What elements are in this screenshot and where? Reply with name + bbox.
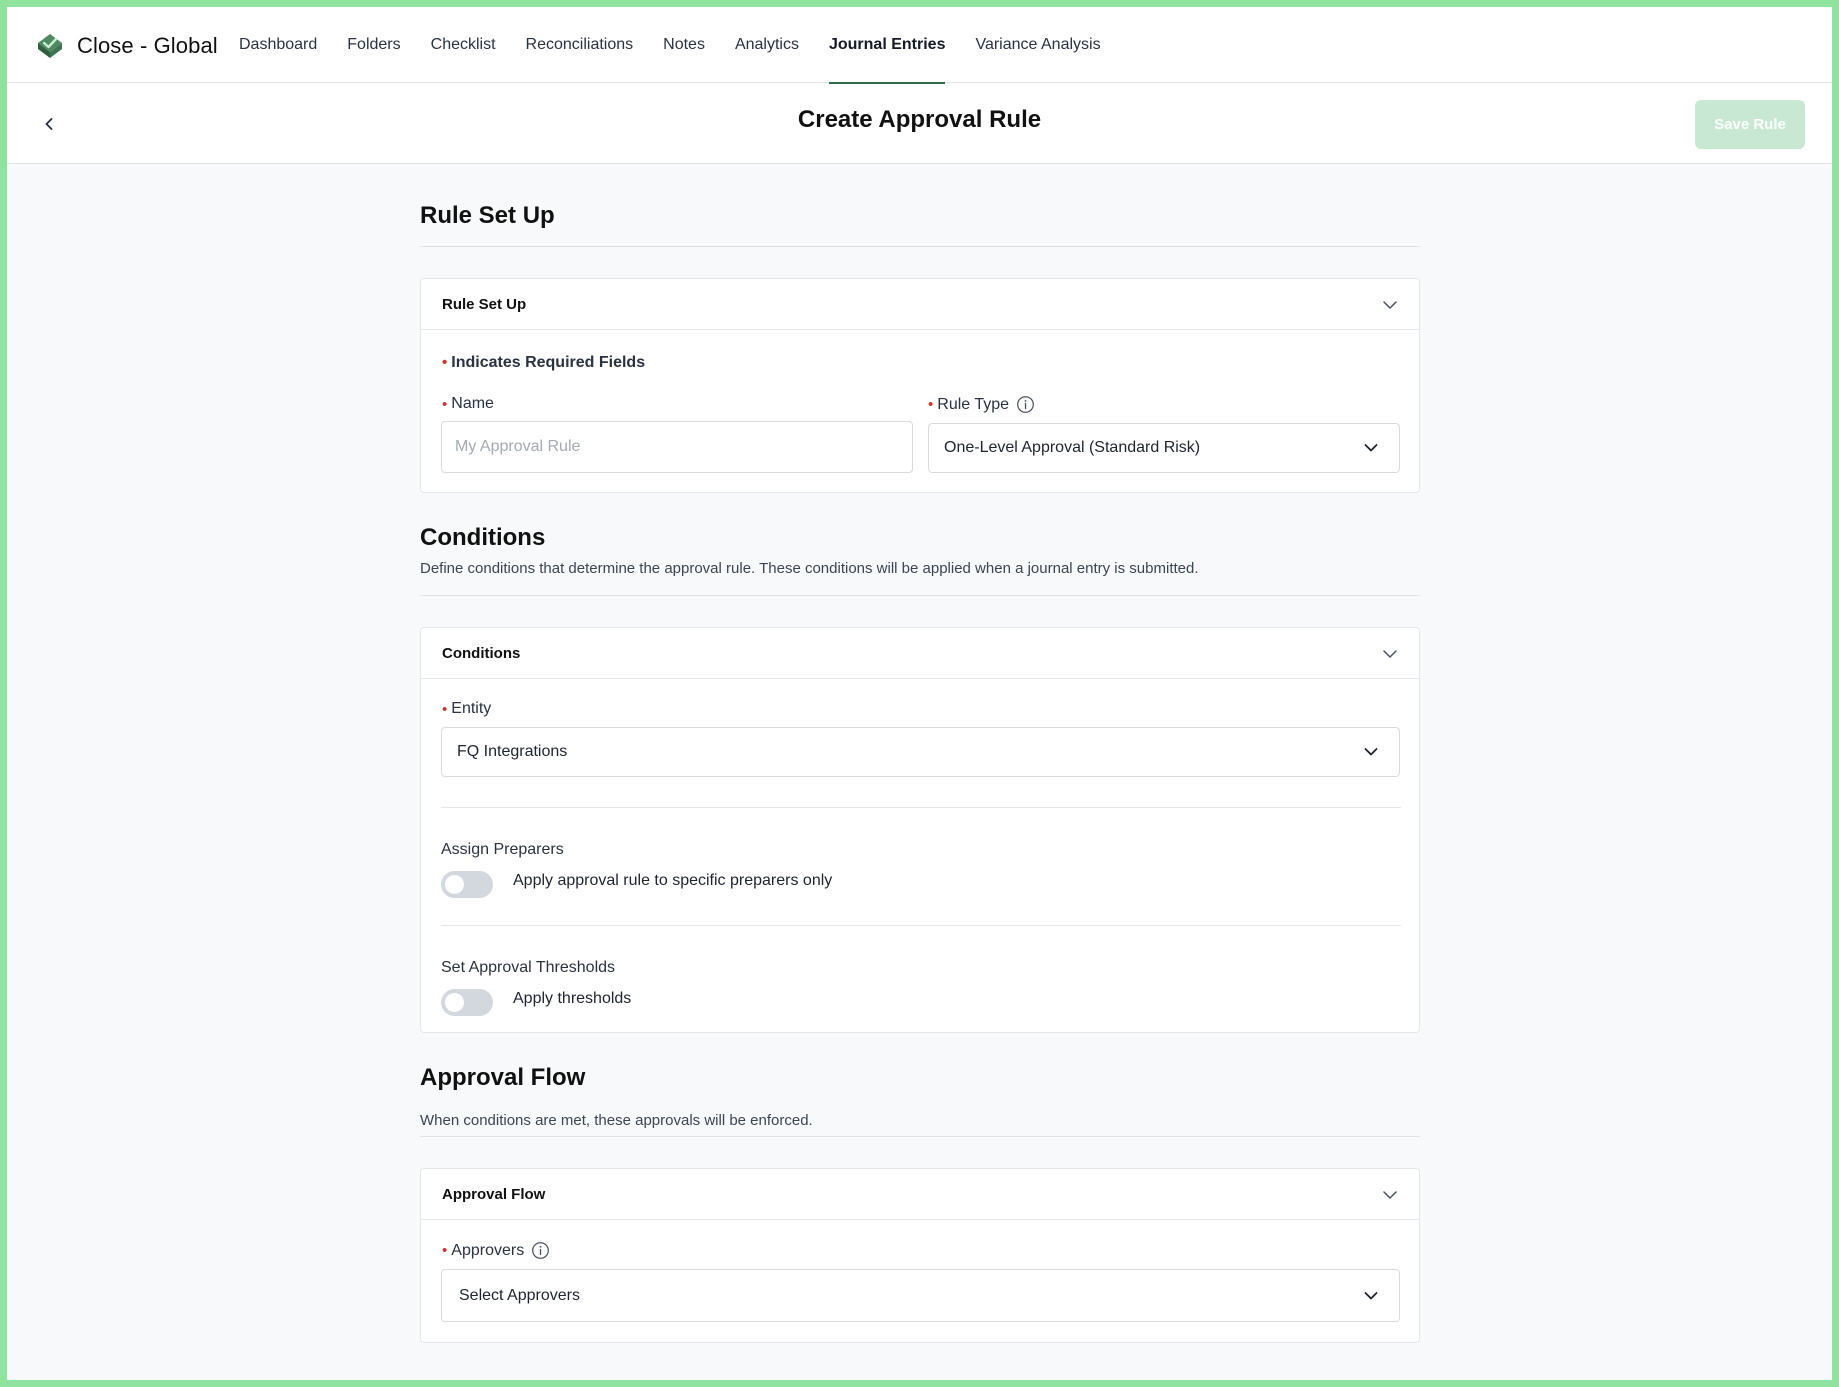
approval-flow-section-desc: When conditions are met, these approvals… <box>420 1112 813 1129</box>
section-divider <box>420 595 1420 596</box>
app-window: Close - Global Dashboard Folders Checkli… <box>7 7 1832 1380</box>
preparers-toggle-text: Apply approval rule to specific preparer… <box>513 872 833 889</box>
nav-variance-analysis[interactable]: Variance Analysis <box>975 7 1100 83</box>
section-divider <box>420 1136 1420 1137</box>
required-marker: • <box>928 396 934 413</box>
nav-checklist[interactable]: Checklist <box>431 7 496 83</box>
required-note: • Indicates Required Fields <box>442 354 645 372</box>
approval-flow-card: Approval Flow • Approvers Select Approver… <box>420 1168 1420 1343</box>
thresholds-toggle-text: Apply thresholds <box>513 990 632 1007</box>
required-marker: • <box>442 354 448 371</box>
nav-notes[interactable]: Notes <box>663 7 705 83</box>
preparers-toggle[interactable] <box>441 871 493 898</box>
thresholds-toggle[interactable] <box>441 989 493 1016</box>
rule-type-value: One-Level Approval (Standard Risk) <box>944 439 1201 456</box>
chevron-down-icon[interactable] <box>1381 645 1399 663</box>
nav-dashboard[interactable]: Dashboard <box>239 7 317 83</box>
rule-setup-section-title: Rule Set Up <box>420 202 555 229</box>
save-rule-button[interactable]: Save Rule <box>1695 100 1805 149</box>
toggle-knob <box>445 875 464 894</box>
conditions-card: Conditions • Entity FQ Integrations Assig… <box>420 627 1420 1033</box>
rule-type-label-text: Rule Type <box>937 395 1010 413</box>
rule-setup-card: Rule Set Up • Indicates Required Fields •… <box>420 278 1420 493</box>
nav-reconciliations[interactable]: Reconciliations <box>526 7 634 83</box>
approval-thresholds-label: Set Approval Thresholds <box>441 959 616 976</box>
rule-name-input[interactable] <box>441 421 913 473</box>
approval-flow-section-title: Approval Flow <box>420 1064 586 1091</box>
approval-flow-card-header[interactable]: Approval Flow <box>421 1169 1419 1220</box>
app-title: Close - Global <box>77 33 218 58</box>
rule-setup-card-title: Rule Set Up <box>442 295 527 313</box>
entity-value: FQ Integrations <box>457 743 568 760</box>
info-icon[interactable] <box>531 1241 550 1260</box>
chevron-down-icon <box>1364 444 1378 452</box>
field-divider <box>441 925 1401 926</box>
field-divider <box>441 807 1401 808</box>
rule-setup-card-header[interactable]: Rule Set Up <box>421 279 1419 330</box>
entity-label: • Entity <box>442 700 491 718</box>
section-divider <box>420 246 1420 247</box>
chevron-down-icon[interactable] <box>1381 296 1399 314</box>
chevron-down-icon <box>1364 748 1378 756</box>
approvers-label-text: Approvers <box>451 1241 525 1259</box>
app-logo-icon <box>38 34 62 58</box>
approvers-value: Select Approvers <box>459 1286 580 1304</box>
info-icon[interactable] <box>1016 395 1035 414</box>
assign-preparers-label: Assign Preparers <box>441 841 564 858</box>
required-marker: • <box>442 1242 448 1259</box>
entity-select[interactable]: FQ Integrations <box>441 727 1400 777</box>
chevron-down-icon[interactable] <box>1381 1186 1399 1204</box>
approvers-select[interactable]: Select Approvers <box>441 1269 1400 1322</box>
nav-analytics[interactable]: Analytics <box>735 7 799 83</box>
conditions-section-desc: Define conditions that determine the app… <box>420 560 1199 577</box>
approval-flow-card-title: Approval Flow <box>442 1185 546 1203</box>
required-note-text: Indicates Required Fields <box>451 354 646 371</box>
nav-folders[interactable]: Folders <box>347 7 400 83</box>
conditions-section-title: Conditions <box>420 524 546 551</box>
rule-type-label: • Rule Type <box>928 395 1035 414</box>
approvers-label: • Approvers <box>442 1241 550 1260</box>
chevron-down-icon <box>1364 1291 1378 1299</box>
brand[interactable]: Close - Global <box>35 31 218 61</box>
nav-journal-entries[interactable]: Journal Entries <box>828 7 946 84</box>
page-header: Create Approval Rule Save Rule <box>7 84 1832 164</box>
required-marker: • <box>442 395 448 413</box>
page-title: Create Approval Rule <box>797 106 1042 133</box>
entity-label-text: Entity <box>451 700 492 717</box>
name-label: • Name <box>442 395 494 413</box>
rule-type-select[interactable]: One-Level Approval (Standard Risk) <box>928 423 1400 473</box>
toggle-knob <box>445 993 464 1012</box>
required-marker: • <box>442 700 448 718</box>
top-navbar: Close - Global Dashboard Folders Checkli… <box>7 7 1832 84</box>
main-nav: Dashboard Folders Checklist Reconciliati… <box>239 7 1131 84</box>
conditions-card-header[interactable]: Conditions <box>421 628 1419 679</box>
name-label-text: Name <box>451 395 494 412</box>
conditions-card-title: Conditions <box>442 644 521 662</box>
